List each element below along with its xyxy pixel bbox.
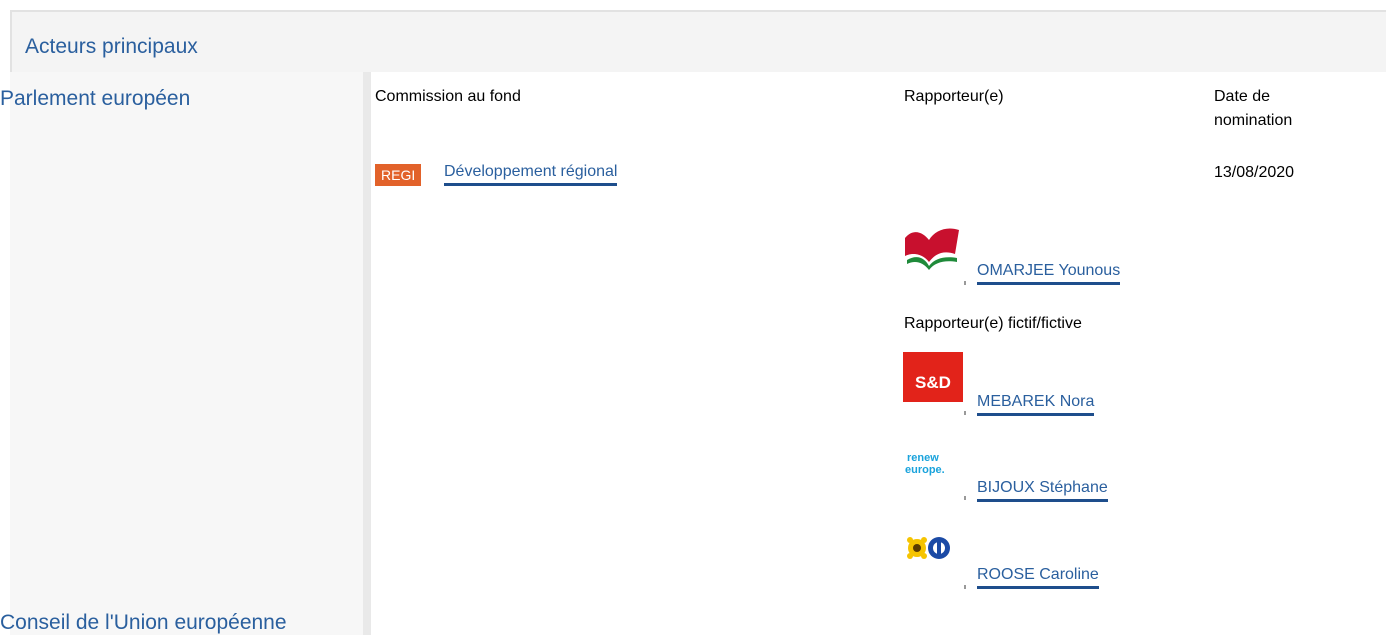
svg-text:europe.: europe. [905,464,945,476]
rapporteur-link[interactable]: OMARJEE Younous [977,262,1121,285]
column-header-committee: Commission au fond [375,88,521,105]
shadow-rapporteur-link[interactable]: BIJOUX Stéphane [977,479,1108,502]
section-title: Acteurs principaux [25,35,198,58]
link-marker [964,585,966,589]
institution-council[interactable]: Conseil de l'Union européenne [0,611,287,635]
link-marker [964,281,966,285]
greens-efa-logo [903,528,963,573]
shadow-rapporteur-link[interactable]: ROOSE Caroline [977,566,1099,589]
link-marker [964,411,966,415]
svg-text:S&D: S&D [915,373,951,392]
column-header-date: Date de nomination [1214,88,1293,129]
institution-column [10,72,371,635]
nomination-date: 13/08/2020 [1214,164,1295,181]
column-header-rapporteur: Rapporteur(e) [904,88,1004,105]
committee-badge: REGI [375,164,422,186]
institution-parliament[interactable]: Parlement européen [0,87,190,111]
link-marker [964,496,966,500]
shadow-rapporteur-label: Rapporteur(e) fictif/fictive [904,315,1082,332]
svg-text:renew: renew [907,452,939,464]
section-header: Acteurs principaux [10,10,1386,72]
gue-ngl-flag-logo [903,224,961,275]
s-and-d-logo: S&D [903,352,963,407]
shadow-rapporteur-link[interactable]: MEBAREK Nora [977,393,1095,416]
renew-europe-logo: renew europe. [903,435,963,490]
committee-link[interactable]: Développement régional [444,163,618,186]
